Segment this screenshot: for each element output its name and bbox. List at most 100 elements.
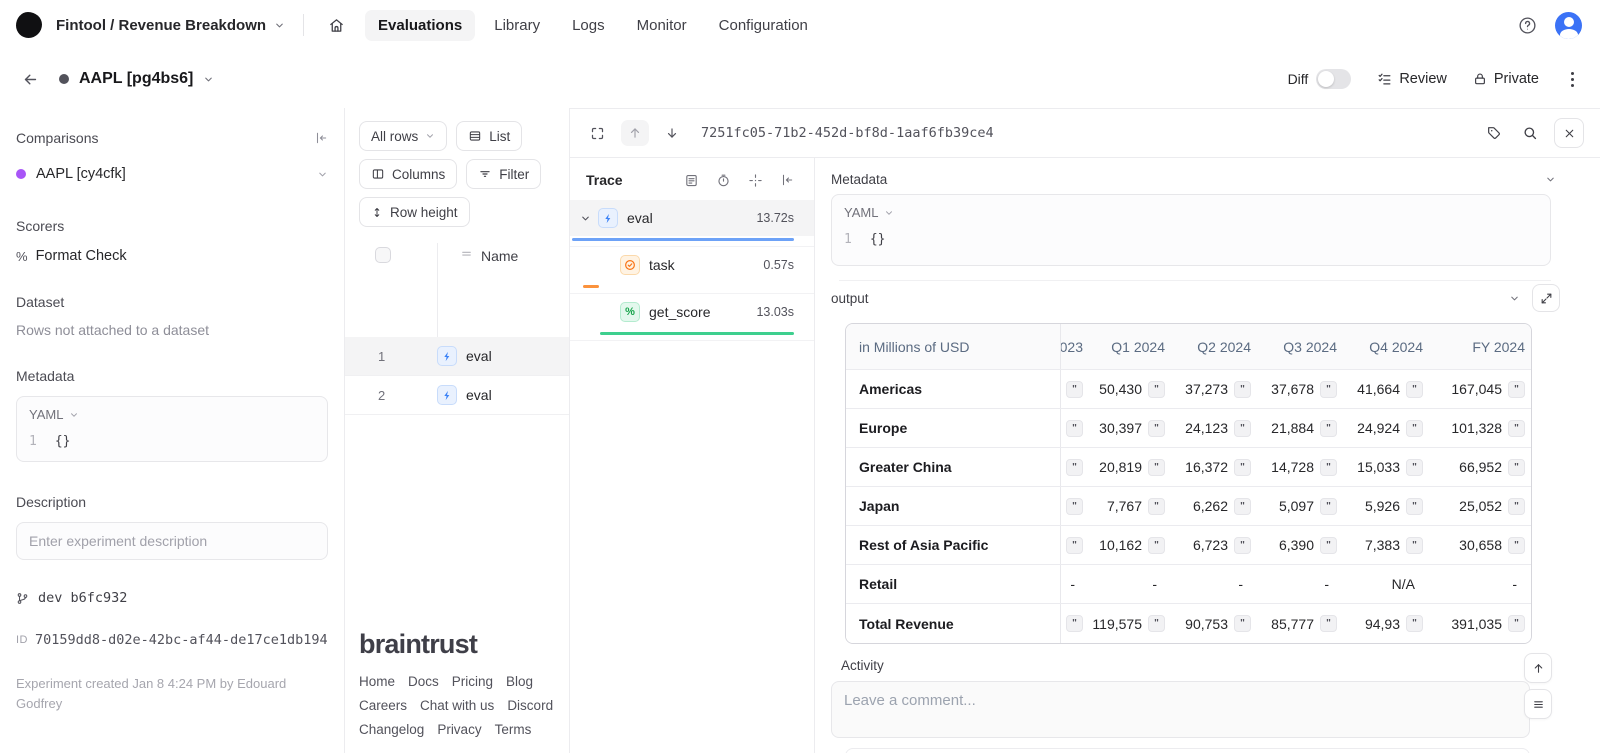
span-notes-icon[interactable]	[684, 173, 699, 188]
chevron-down-icon[interactable]	[580, 213, 591, 224]
more-menu-icon[interactable]	[1565, 68, 1580, 91]
row-height-button[interactable]: Row height	[359, 197, 470, 227]
search-icon[interactable]	[1518, 121, 1542, 145]
filter-button[interactable]: Filter	[466, 159, 541, 189]
all-rows-dropdown[interactable]: All rows	[359, 121, 447, 151]
citation-badge[interactable]: "	[1148, 459, 1165, 476]
citation-badge[interactable]: "	[1508, 459, 1525, 476]
fullscreen-icon[interactable]	[586, 122, 609, 145]
footer-link-blog[interactable]: Blog	[506, 674, 533, 689]
tab-evaluations[interactable]: Evaluations	[365, 10, 475, 41]
timing-icon[interactable]	[716, 173, 731, 188]
collapse-sidebar-icon[interactable]	[314, 131, 328, 145]
citation-badge[interactable]: "	[1234, 615, 1251, 632]
scorer-item[interactable]: % Format Check	[16, 248, 328, 264]
list-view-button[interactable]: List	[456, 121, 522, 151]
align-spans-icon[interactable]	[748, 173, 763, 188]
back-arrow-icon[interactable]	[18, 67, 43, 92]
experiment-title[interactable]: AAPL [pg4bs6]	[59, 70, 214, 88]
citation-badge[interactable]: "	[1234, 537, 1251, 554]
table-row[interactable]: 1eval	[345, 337, 569, 376]
comment-input[interactable]: Leave a comment...	[831, 681, 1530, 738]
footer-link-discord[interactable]: Discord	[507, 698, 553, 713]
collapse-tree-icon[interactable]	[780, 173, 794, 187]
citation-badge[interactable]: "	[1148, 498, 1165, 515]
citation-badge[interactable]: "	[1148, 420, 1165, 437]
tab-logs[interactable]: Logs	[559, 10, 618, 41]
prev-row-button[interactable]	[621, 120, 649, 146]
trace-span-task[interactable]: task0.57s	[570, 247, 814, 283]
citation-badge[interactable]: "	[1406, 537, 1423, 554]
footer-link-home[interactable]: Home	[359, 674, 395, 689]
review-button[interactable]: Review	[1377, 71, 1447, 87]
citation-badge[interactable]: "	[1320, 537, 1337, 554]
citation-badge[interactable]: "	[1320, 498, 1337, 515]
citation-badge[interactable]: "	[1508, 381, 1525, 398]
citation-badge[interactable]: "	[1148, 537, 1165, 554]
footer-link-docs[interactable]: Docs	[408, 674, 439, 689]
avatar[interactable]	[1555, 12, 1582, 39]
citation-badge[interactable]: "	[1508, 420, 1525, 437]
next-row-button[interactable]	[661, 122, 683, 144]
help-icon[interactable]	[1514, 12, 1541, 39]
citation-badge[interactable]: "	[1406, 420, 1423, 437]
columns-button[interactable]: Columns	[359, 159, 457, 189]
citation-badge[interactable]: "	[1148, 381, 1165, 398]
privacy-button[interactable]: Private	[1473, 71, 1539, 87]
org-logo-icon[interactable]	[16, 12, 42, 38]
project-breadcrumb[interactable]: Fintool / Revenue Breakdown	[56, 17, 285, 34]
name-column-header[interactable]: Name	[437, 243, 569, 337]
comparison-experiment-item[interactable]: AAPL [cy4cfk]	[16, 166, 328, 182]
footer-link-privacy[interactable]: Privacy	[437, 722, 481, 737]
home-icon[interactable]	[322, 11, 351, 40]
trace-span-eval[interactable]: eval13.72s	[570, 200, 814, 236]
citation-badge[interactable]: "	[1508, 615, 1525, 632]
citation-badge[interactable]: "	[1066, 459, 1083, 476]
citation-badge[interactable]: "	[1508, 537, 1525, 554]
citation-badge[interactable]: "	[1234, 459, 1251, 476]
yaml-language-selector[interactable]: YAML	[29, 407, 315, 422]
description-input[interactable]: Enter experiment description	[16, 522, 328, 560]
tag-icon[interactable]	[1482, 121, 1506, 145]
citation-badge[interactable]: "	[1234, 381, 1251, 398]
git-branch-row[interactable]: dev b6fc932	[16, 590, 328, 606]
citation-badge[interactable]: "	[1234, 498, 1251, 515]
citation-badge[interactable]: "	[1320, 420, 1337, 437]
footer-link-chat-with-us[interactable]: Chat with us	[420, 698, 494, 713]
span-metadata-editor[interactable]: YAML 1 {}	[831, 194, 1551, 266]
close-trace-button[interactable]	[1554, 118, 1584, 148]
citation-badge[interactable]: "	[1406, 381, 1423, 398]
citation-badge[interactable]: "	[1406, 459, 1423, 476]
citation-badge[interactable]: "	[1066, 615, 1083, 632]
citation-badge[interactable]: "	[1148, 615, 1165, 632]
activity-list-button[interactable]	[1524, 689, 1552, 719]
tab-configuration[interactable]: Configuration	[706, 10, 821, 41]
collapse-metadata-icon[interactable]	[1545, 174, 1556, 185]
table-row[interactable]: 2eval	[345, 376, 569, 415]
experiment-id-row[interactable]: ID 70159dd8-d02e-42bc-af44-de17ce1db194	[16, 632, 328, 648]
citation-badge[interactable]: "	[1320, 615, 1337, 632]
citation-badge[interactable]: "	[1508, 498, 1525, 515]
citation-badge[interactable]: "	[1066, 537, 1083, 554]
trace-span-get_score[interactable]: %get_score13.03s	[570, 294, 814, 330]
footer-link-terms[interactable]: Terms	[495, 722, 532, 737]
tab-monitor[interactable]: Monitor	[624, 10, 700, 41]
citation-badge[interactable]: "	[1234, 420, 1251, 437]
yaml-language-selector[interactable]: YAML	[844, 205, 1538, 220]
footer-link-changelog[interactable]: Changelog	[359, 722, 424, 737]
citation-badge[interactable]: "	[1066, 498, 1083, 515]
citation-badge[interactable]: "	[1320, 381, 1337, 398]
citation-badge[interactable]: "	[1066, 381, 1083, 398]
citation-badge[interactable]: "	[1066, 420, 1083, 437]
diff-toggle[interactable]	[1316, 69, 1351, 89]
scroll-top-button[interactable]	[1524, 653, 1552, 683]
footer-link-pricing[interactable]: Pricing	[452, 674, 493, 689]
tab-library[interactable]: Library	[481, 10, 553, 41]
footer-link-careers[interactable]: Careers	[359, 698, 407, 713]
expand-output-button[interactable]	[1532, 284, 1560, 312]
metadata-editor[interactable]: YAML 1 {}	[16, 396, 328, 462]
select-all-checkbox[interactable]	[375, 247, 391, 263]
trace-id[interactable]: 7251fc05-71b2-452d-bf8d-1aaf6fb39ce4	[701, 125, 994, 141]
citation-badge[interactable]: "	[1320, 459, 1337, 476]
collapse-output-icon[interactable]	[1509, 293, 1520, 304]
